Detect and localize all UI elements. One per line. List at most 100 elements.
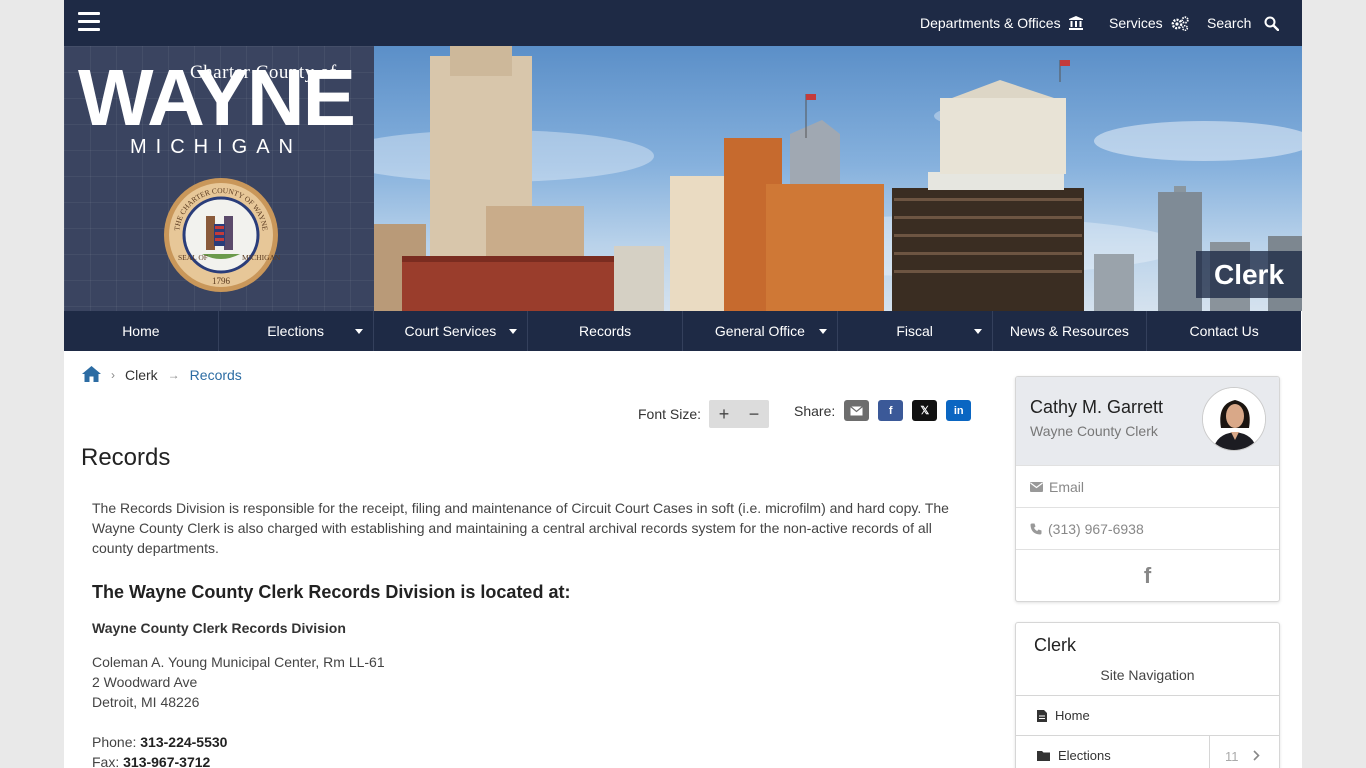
folder-icon	[1037, 750, 1050, 761]
search-icon	[1264, 16, 1280, 31]
site-nav-expand-toggle[interactable]: 11	[1209, 736, 1279, 768]
menu-icon[interactable]	[78, 12, 100, 32]
search-label: Search	[1207, 15, 1252, 31]
county-seal: 1796 THE CHARTER COUNTY OF WAYNE SEAL OF…	[162, 176, 281, 299]
site-nav-item-count: 11	[1225, 748, 1239, 764]
chevron-down-icon[interactable]	[973, 329, 982, 334]
home-icon[interactable]	[82, 365, 101, 385]
official-contact-card: Cathy M. Garrett Wayne County Clerk Emai…	[1015, 376, 1280, 602]
avatar	[1202, 387, 1266, 451]
nav-records[interactable]: Records	[528, 311, 683, 351]
intro-paragraph: The Records Division is responsible for …	[92, 500, 949, 556]
svg-text:MICHIGAN: MICHIGAN	[242, 253, 280, 262]
official-role: Wayne County Clerk	[1030, 423, 1158, 439]
nav-contact-us[interactable]: Contact Us	[1147, 311, 1301, 351]
fax-number: 313-967-3712	[123, 754, 211, 768]
logo-wayne-text: WAYNE	[78, 53, 356, 142]
contact-phone-row[interactable]: (313) 967-6938	[1016, 507, 1279, 549]
departments-offices-link[interactable]: Departments & Offices	[920, 0, 1083, 46]
main-content: The Records Division is responsible for …	[92, 498, 972, 768]
site-nav-subtitle: Site Navigation	[1100, 667, 1195, 683]
font-size-label: Font Size:	[638, 406, 702, 422]
document-icon	[1037, 709, 1047, 722]
location-heading: The Wayne County Clerk Records Division …	[92, 582, 571, 602]
county-logo[interactable]: Charter County of WAYNE MICHIGAN 1796 TH…	[64, 46, 374, 311]
site-navigation-panel: Clerk Site Navigation Home Elections 11	[1015, 622, 1280, 768]
department-title: Clerk	[1196, 251, 1302, 298]
logo-michigan-text: MICHIGAN	[130, 136, 302, 158]
svg-text:1796: 1796	[212, 276, 231, 286]
nav-court-services-label: Court Services	[404, 323, 497, 339]
institution-icon	[1068, 16, 1083, 30]
address-line: Coleman A. Young Municipal Center, Rm LL…	[92, 654, 385, 670]
facebook-icon[interactable]: f	[1016, 549, 1279, 601]
phone-icon	[1030, 523, 1042, 535]
nav-news-resources-label: News & Resources	[1009, 323, 1129, 339]
contact-card-header: Cathy M. Garrett Wayne County Clerk	[1016, 377, 1279, 465]
site-nav-title: Clerk	[1034, 635, 1077, 655]
share-email-button[interactable]	[844, 400, 870, 421]
site-nav-item-elections[interactable]: Elections 11	[1016, 735, 1279, 768]
site-nav-item-home[interactable]: Home	[1016, 695, 1279, 735]
svg-text:SEAL OF: SEAL OF	[178, 253, 208, 262]
address-line: 2 Woodward Ave	[92, 674, 198, 690]
nav-general-office[interactable]: General Office	[683, 311, 838, 351]
departments-offices-label: Departments & Offices	[920, 15, 1061, 31]
top-bar: Departments & Offices Services Search	[64, 0, 1302, 46]
address-block: Coleman A. Young Municipal Center, Rm LL…	[92, 652, 972, 712]
site-nav-list: Home Elections 11	[1016, 695, 1279, 768]
contact-email-label: Email	[1049, 478, 1085, 495]
nav-home[interactable]: Home	[64, 311, 219, 351]
fax-label: Fax:	[92, 754, 120, 768]
site-nav-item-label: Home	[1055, 708, 1090, 723]
nav-fiscal-label: Fiscal	[896, 323, 933, 339]
share-label: Share:	[794, 402, 836, 419]
nav-contact-us-label: Contact Us	[1189, 323, 1259, 339]
breadcrumb-current[interactable]: Records	[190, 367, 242, 383]
services-link[interactable]: Services	[1109, 0, 1189, 46]
nav-court-services[interactable]: Court Services	[374, 311, 529, 351]
nav-home-label: Home	[122, 323, 160, 339]
font-size-control: Font Size: + −	[638, 400, 770, 428]
share-facebook-button[interactable]: f	[878, 400, 904, 421]
font-decrease-button[interactable]: −	[749, 404, 760, 425]
envelope-icon	[850, 405, 864, 415]
address-line: Detroit, MI 48226	[92, 694, 200, 710]
nav-elections[interactable]: Elections	[219, 311, 374, 351]
chevron-down-icon[interactable]	[818, 329, 827, 334]
services-label: Services	[1109, 15, 1163, 31]
phone-number[interactable]: 313-224-5530	[140, 734, 227, 750]
contact-numbers: Phone: 313-224-5530 Fax: 313-967-3712	[92, 732, 972, 768]
font-increase-button[interactable]: +	[719, 404, 730, 425]
contact-email-row[interactable]: Email	[1016, 465, 1279, 507]
nav-elections-label: Elections	[267, 323, 325, 339]
search-link[interactable]: Search	[1207, 0, 1280, 46]
contact-phone-number: (313) 967-6938	[1048, 520, 1144, 537]
division-name: Wayne County Clerk Records Division	[92, 620, 346, 636]
page: Departments & Offices Services Search Ch…	[64, 0, 1302, 768]
breadcrumb: › Clerk → Records	[82, 364, 242, 386]
nav-records-label: Records	[579, 323, 632, 339]
share-linkedin-button[interactable]: in	[946, 400, 972, 421]
breadcrumb-clerk[interactable]: Clerk	[125, 367, 158, 383]
official-name: Cathy M. Garrett	[1030, 397, 1164, 417]
site-nav-item-label: Elections	[1058, 748, 1111, 763]
nav-fiscal[interactable]: Fiscal	[838, 311, 993, 351]
envelope-icon	[1030, 481, 1043, 492]
chevron-down-icon[interactable]	[509, 329, 518, 334]
banner: Charter County of WAYNE MICHIGAN 1796 TH…	[64, 46, 1302, 311]
phone-label: Phone:	[92, 734, 137, 750]
gears-icon	[1171, 15, 1189, 31]
detroit-skyline-image: Clerk	[374, 46, 1302, 311]
share-x-button[interactable]: 𝕏	[912, 400, 938, 421]
nav-news-resources[interactable]: News & Resources	[993, 311, 1148, 351]
share-bar: Share: f 𝕏 in	[794, 400, 972, 421]
chevron-right-icon	[1252, 749, 1260, 764]
chevron-right-icon: ›	[111, 368, 115, 382]
page-title: Records	[81, 444, 171, 471]
main-navigation: Home Elections Court Services Records Ge…	[64, 311, 1301, 351]
font-size-buttons: + −	[709, 400, 770, 428]
nav-general-office-label: General Office	[714, 323, 805, 339]
chevron-down-icon[interactable]	[354, 329, 363, 334]
arrow-right-icon: →	[167, 368, 180, 382]
